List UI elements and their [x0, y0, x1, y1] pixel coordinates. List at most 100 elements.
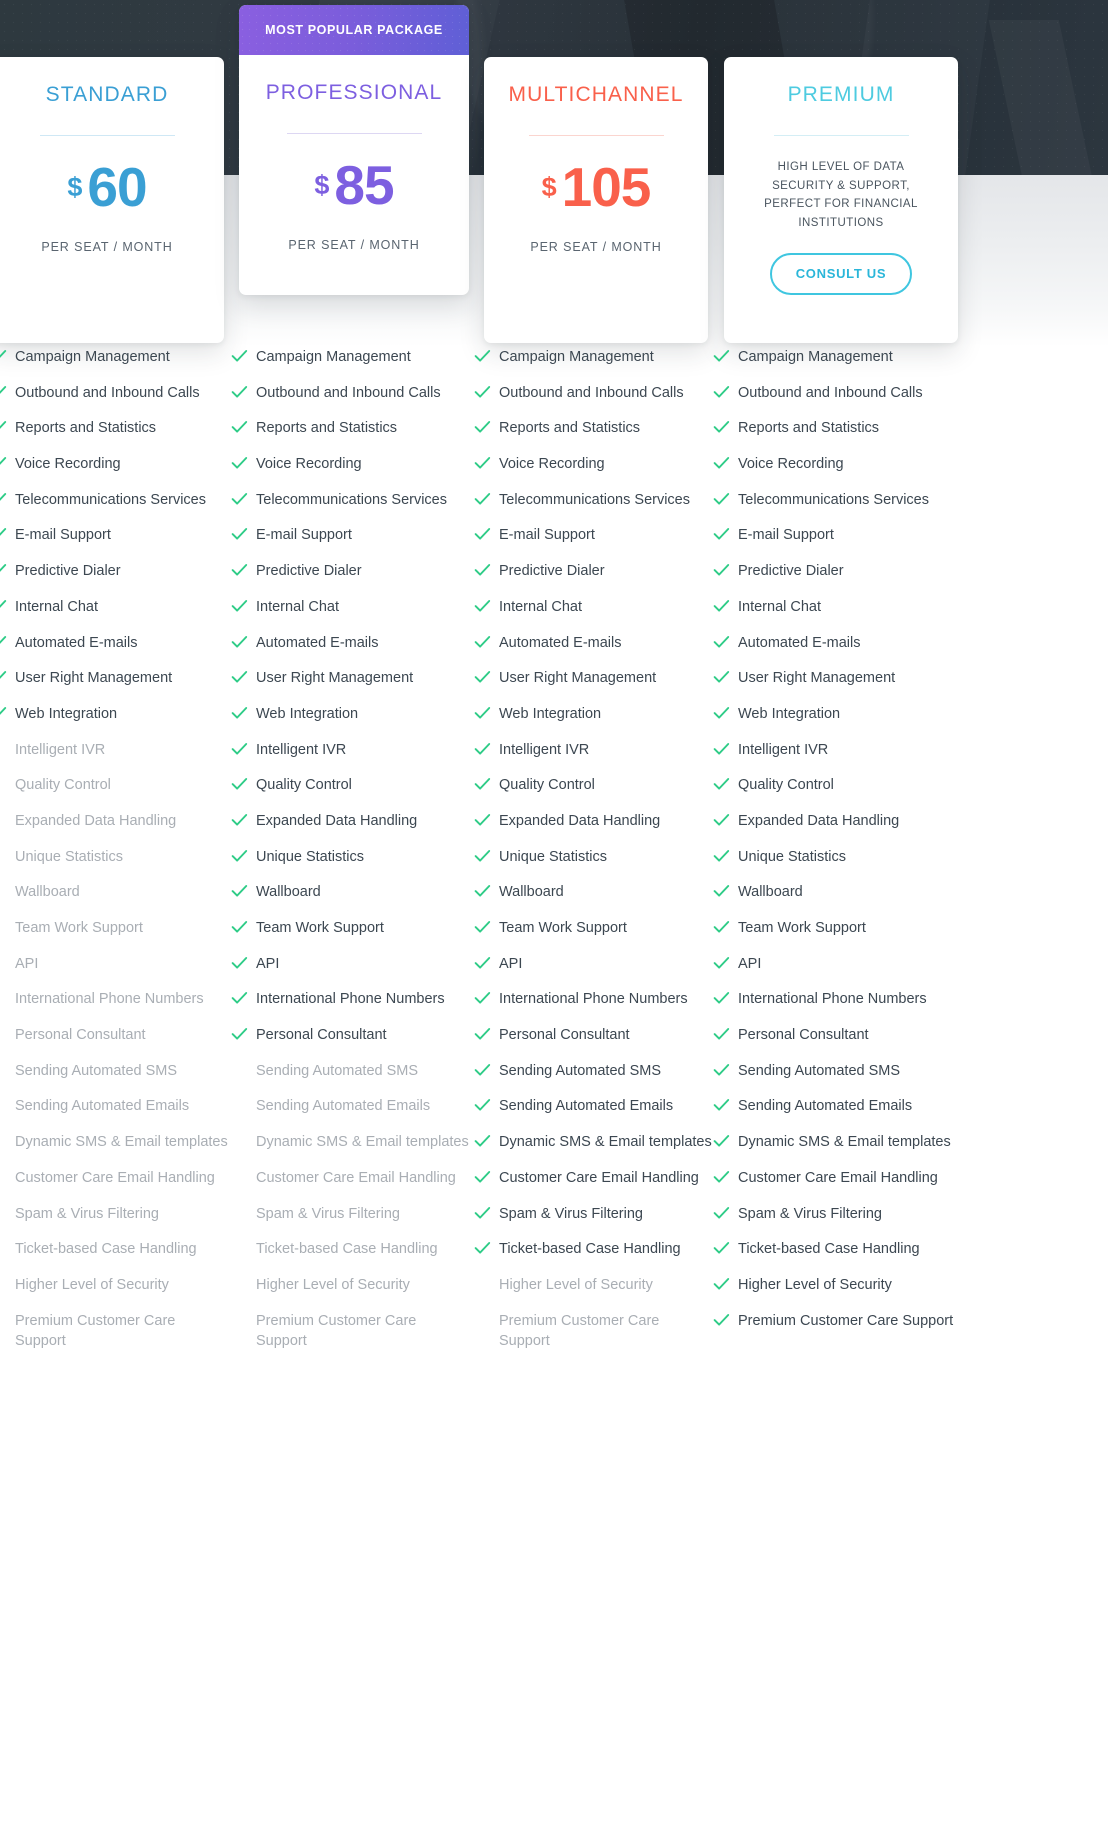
feature-item: Web Integration — [474, 704, 712, 740]
consult-us-button[interactable]: CONSULT US — [770, 252, 912, 295]
check-icon — [474, 813, 496, 833]
feature-label: Campaign Management — [738, 349, 893, 365]
feature-item: Predictive Dialer — [713, 561, 963, 597]
check-icon — [713, 1134, 735, 1154]
feature-label: Dynamic SMS & Email templates — [15, 1134, 228, 1151]
plan-card-standard[interactable]: STANDARD $60 PER SEAT / MONTH — [0, 57, 224, 343]
feature-label: Sending Automated Emails — [256, 1098, 431, 1115]
check-icon — [231, 956, 253, 976]
feature-label: Outbound and Inbound Calls — [256, 384, 441, 401]
check-icon — [231, 813, 253, 833]
feature-item: Spam & Virus Filtering — [713, 1204, 963, 1240]
check-icon — [231, 527, 253, 547]
feature-label: Personal Consultant — [15, 1027, 146, 1044]
feature-label: Spam & Virus Filtering — [256, 1205, 400, 1222]
feature-label: API — [15, 955, 39, 972]
feature-label: Unique Statistics — [256, 848, 364, 865]
feature-item: Unique Statistics — [0, 847, 228, 883]
plan-divider — [39, 135, 175, 137]
feature-label: Higher Level of Security — [499, 1276, 653, 1293]
feature-item: Team Work Support — [0, 918, 228, 954]
feature-item: Web Integration — [231, 704, 471, 740]
feature-item: International Phone Numbers — [713, 989, 963, 1025]
plan-description: HIGH LEVEL OF DATA SECURITY & SUPPORT, P… — [764, 161, 918, 229]
feature-item: Web Integration — [0, 704, 228, 740]
feature-label: Campaign Management — [15, 349, 170, 365]
feature-label: Customer Care Email Handling — [499, 1169, 699, 1186]
check-icon-absent — [474, 1277, 496, 1297]
feature-item: Ticket-based Case Handling — [0, 1239, 228, 1275]
feature-item: Higher Level of Security — [0, 1275, 228, 1311]
feature-label: Voice Recording — [256, 456, 362, 473]
feature-label: Internal Chat — [15, 598, 99, 615]
feature-item: Web Integration — [713, 704, 963, 740]
check-icon — [713, 1277, 735, 1297]
check-icon — [474, 1206, 496, 1226]
feature-label: Higher Level of Security — [738, 1276, 892, 1293]
check-icon — [231, 706, 253, 726]
check-icon — [0, 670, 12, 690]
feature-label: Web Integration — [256, 705, 359, 722]
check-icon — [713, 991, 735, 1011]
feature-label: Ticket-based Case Handling — [15, 1241, 197, 1258]
feature-label: Web Integration — [499, 705, 602, 722]
feature-item: Team Work Support — [713, 918, 963, 954]
feature-item: Dynamic SMS & Email templates — [0, 1132, 228, 1168]
feature-item: Wallboard — [0, 882, 228, 918]
feature-item: Quality Control — [0, 775, 228, 811]
feature-label: E-mail Support — [499, 527, 595, 544]
feature-item: Sending Automated Emails — [474, 1096, 712, 1132]
check-icon — [474, 706, 496, 726]
feature-label: International Phone Numbers — [256, 991, 445, 1008]
check-icon — [713, 884, 735, 904]
feature-item: Sending Automated SMS — [0, 1061, 228, 1097]
check-icon — [0, 420, 12, 440]
check-icon — [231, 670, 253, 690]
plan-card-body: STANDARD $60 PER SEAT / MONTH — [0, 57, 224, 254]
feature-item: Sending Automated SMS — [474, 1061, 712, 1097]
feature-label: API — [256, 955, 280, 972]
feature-item: Ticket-based Case Handling — [713, 1239, 963, 1275]
feature-label: Sending Automated SMS — [499, 1062, 662, 1079]
plan-price: $85 — [253, 158, 455, 213]
check-icon — [713, 1063, 735, 1083]
feature-label: Dynamic SMS & Email templates — [738, 1134, 951, 1151]
plan-card-professional[interactable]: MOST POPULAR PACKAGE PROFESSIONAL $85 PER S… — [239, 5, 469, 295]
feature-label: Internal Chat — [499, 598, 583, 615]
feature-item: Campaign Management — [231, 347, 471, 383]
price-amount: 60 — [87, 156, 147, 219]
feature-item: Internal Chat — [0, 597, 228, 633]
feature-item: Ticket-based Case Handling — [474, 1239, 712, 1275]
currency-symbol: $ — [541, 172, 557, 203]
feature-item: Outbound and Inbound Calls — [0, 383, 228, 419]
feature-label: Voice Recording — [499, 456, 605, 473]
feature-column-multichannel: Campaign Management Outbound and Inbound … — [474, 347, 712, 1352]
check-icon — [713, 492, 735, 512]
feature-item: Voice Recording — [0, 454, 228, 490]
feature-label: Intelligent IVR — [738, 741, 829, 758]
check-icon — [0, 456, 12, 476]
feature-label: Expanded Data Handling — [738, 812, 900, 829]
check-icon — [231, 563, 253, 583]
check-icon-absent — [231, 1098, 253, 1118]
feature-item: Internal Chat — [713, 597, 963, 633]
feature-list: Campaign Management Outbound and Inbound … — [231, 347, 471, 1352]
feature-label: Quality Control — [499, 777, 595, 794]
feature-label: Premium Customer Care Support — [15, 1312, 176, 1350]
feature-list: Campaign Management Outbound and Inbound … — [713, 347, 963, 1346]
feature-label: Predictive Dialer — [15, 563, 121, 580]
plan-card-multichannel[interactable]: MULTICHANNEL $105 PER SEAT / MONTH — [484, 57, 708, 343]
check-icon — [474, 1134, 496, 1154]
feature-item: Voice Recording — [231, 454, 471, 490]
plan-name: PROFESSIONAL — [265, 81, 443, 104]
feature-item: International Phone Numbers — [231, 989, 471, 1025]
feature-label: Expanded Data Handling — [15, 812, 177, 829]
feature-item: Reports and Statistics — [713, 418, 963, 454]
plan-name: PREMIUM — [787, 83, 895, 106]
check-icon — [474, 1170, 496, 1190]
plan-card-premium[interactable]: PREMIUM HIGH LEVEL OF DATA SECURITY & SUP… — [724, 57, 958, 343]
feature-item: Personal Consultant — [231, 1025, 471, 1061]
feature-item: E-mail Support — [0, 525, 228, 561]
check-icon-absent — [0, 1134, 12, 1154]
feature-label: Unique Statistics — [738, 848, 846, 865]
